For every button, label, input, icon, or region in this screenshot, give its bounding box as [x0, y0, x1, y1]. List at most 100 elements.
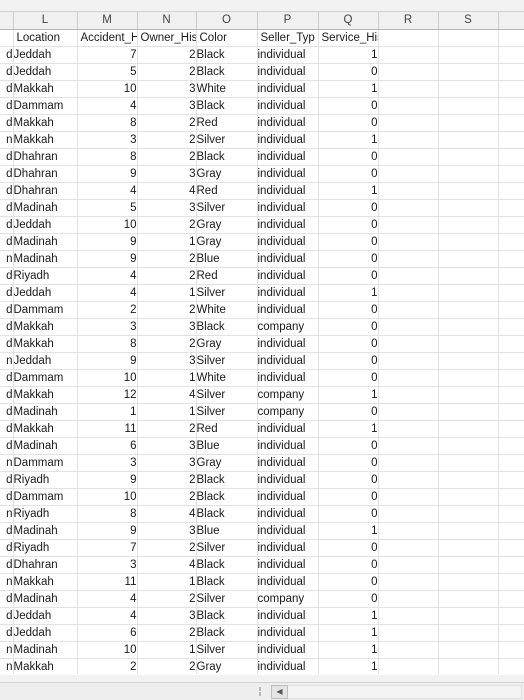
- cell-color[interactable]: Black: [196, 488, 258, 506]
- cell-accident-history[interactable]: 3: [77, 131, 138, 149]
- cell-seller-type[interactable]: individual: [257, 46, 319, 64]
- cell-color[interactable]: Silver: [196, 284, 258, 302]
- cell-t-empty[interactable]: [498, 539, 524, 557]
- cell-t-empty[interactable]: [498, 216, 524, 234]
- split-grip-handle[interactable]: [255, 686, 265, 698]
- cell-s-empty[interactable]: [438, 386, 499, 404]
- cell-seller-type[interactable]: individual: [257, 454, 319, 472]
- cell-color[interactable]: Silver: [196, 590, 258, 608]
- cell-s-empty[interactable]: [438, 335, 499, 353]
- cell-k-clip[interactable]: d: [0, 80, 14, 98]
- cell-s-empty[interactable]: [438, 488, 499, 506]
- cell-k-clip[interactable]: d: [0, 335, 14, 353]
- cell-seller-type[interactable]: individual: [257, 267, 319, 285]
- cell-s-empty[interactable]: [438, 131, 499, 149]
- cell-r-empty[interactable]: [378, 267, 439, 285]
- cell-accident-history[interactable]: 9: [77, 233, 138, 251]
- cell-accident-history[interactable]: 4: [77, 267, 138, 285]
- cell-color[interactable]: Black: [196, 63, 258, 81]
- cell-service-history[interactable]: 0: [318, 216, 379, 234]
- cell-owner-history[interactable]: 4: [137, 556, 197, 574]
- cell-r-empty[interactable]: [378, 284, 439, 302]
- cell-color[interactable]: Silver: [196, 199, 258, 217]
- cell-color[interactable]: White: [196, 369, 258, 387]
- cell-owner-history[interactable]: 1: [137, 233, 197, 251]
- cell-owner-history[interactable]: 1: [137, 573, 197, 591]
- cell-seller-type[interactable]: company: [257, 386, 319, 404]
- cell-r-empty[interactable]: [378, 352, 439, 370]
- cell-color[interactable]: Black: [196, 46, 258, 64]
- cell-service-history[interactable]: 1: [318, 80, 379, 98]
- cell-seller-type[interactable]: individual: [257, 301, 319, 319]
- scroll-left-arrow-icon[interactable]: ◀: [271, 684, 288, 699]
- cell-r-empty[interactable]: [378, 386, 439, 404]
- cell-k-clip[interactable]: d: [0, 182, 14, 200]
- cell-service-history[interactable]: 0: [318, 471, 379, 489]
- cell-s-empty[interactable]: [438, 267, 499, 285]
- cell-service-history[interactable]: 1: [318, 641, 379, 659]
- cell-k-clip[interactable]: d: [0, 522, 14, 540]
- cell-r-empty[interactable]: [378, 522, 439, 540]
- cell-location[interactable]: Dammam: [13, 97, 78, 115]
- cell-location[interactable]: Dammam: [13, 488, 78, 506]
- cell-t-empty[interactable]: [498, 607, 524, 625]
- cell-k-clip[interactable]: d: [0, 97, 14, 115]
- cell-location[interactable]: Madinah: [13, 522, 78, 540]
- cell-t-empty[interactable]: [498, 590, 524, 608]
- cell-r-empty[interactable]: [378, 573, 439, 591]
- cell-service-history[interactable]: 0: [318, 165, 379, 183]
- cell-color[interactable]: Gray: [196, 216, 258, 234]
- cell-k-clip[interactable]: d: [0, 369, 14, 387]
- cell-location[interactable]: Jeddah: [13, 63, 78, 81]
- cell-t-empty[interactable]: [498, 556, 524, 574]
- cell-color[interactable]: Gray: [196, 658, 258, 676]
- cell-owner-history[interactable]: 2: [137, 420, 197, 438]
- cell-owner-history[interactable]: 2: [137, 488, 197, 506]
- cell-t-empty[interactable]: [498, 369, 524, 387]
- cell-location[interactable]: Dammam: [13, 301, 78, 319]
- cell-t-empty[interactable]: [498, 80, 524, 98]
- cell-location[interactable]: Jeddah: [13, 607, 78, 625]
- cell-accident-history[interactable]: 9: [77, 352, 138, 370]
- cell-s-empty[interactable]: [438, 454, 499, 472]
- cell-location[interactable]: Makkah: [13, 420, 78, 438]
- cell-color[interactable]: Gray: [196, 335, 258, 353]
- cell-s-empty[interactable]: [438, 301, 499, 319]
- cell-color[interactable]: Black: [196, 505, 258, 523]
- cell-location[interactable]: Madinah: [13, 250, 78, 268]
- cell-s-empty[interactable]: [438, 199, 499, 217]
- cell-accident-history[interactable]: 11: [77, 573, 138, 591]
- cell-k-clip[interactable]: n: [0, 454, 14, 472]
- cell-service-history[interactable]: 0: [318, 267, 379, 285]
- cell-location[interactable]: Dhahran: [13, 182, 78, 200]
- cell-seller-type[interactable]: individual: [257, 556, 319, 574]
- cell-seller-type[interactable]: individual: [257, 165, 319, 183]
- cell-r-empty[interactable]: [378, 318, 439, 336]
- cell-service-history[interactable]: 1: [318, 182, 379, 200]
- cell-seller-type[interactable]: individual: [257, 216, 319, 234]
- cell-service-history[interactable]: 0: [318, 250, 379, 268]
- cell-color[interactable]: Black: [196, 556, 258, 574]
- cell-s-empty[interactable]: [438, 369, 499, 387]
- cell-s-empty[interactable]: [438, 403, 499, 421]
- cell-service-history[interactable]: 0: [318, 556, 379, 574]
- column-header-m[interactable]: M: [77, 12, 138, 30]
- cell-location[interactable]: Jeddah: [13, 216, 78, 234]
- cell-service-history[interactable]: 0: [318, 539, 379, 557]
- cell-owner-history[interactable]: 2: [137, 539, 197, 557]
- cell-location[interactable]: Madinah: [13, 233, 78, 251]
- cell-color[interactable]: Black: [196, 607, 258, 625]
- cell-owner-history[interactable]: 2: [137, 624, 197, 642]
- cell-accident-history[interactable]: 10: [77, 216, 138, 234]
- cell-location[interactable]: Jeddah: [13, 352, 78, 370]
- cell-accident-history[interactable]: 8: [77, 148, 138, 166]
- cell-location[interactable]: Riyadh: [13, 471, 78, 489]
- cell-color[interactable]: Black: [196, 624, 258, 642]
- cell-k-clip[interactable]: d: [0, 539, 14, 557]
- column-header-k-partial[interactable]: [0, 12, 14, 30]
- cell-owner-field[interactable]: Owner_His: [137, 29, 197, 47]
- cell-accident-history[interactable]: 4: [77, 607, 138, 625]
- cell-seller-type[interactable]: individual: [257, 199, 319, 217]
- cell-k-clip[interactable]: d: [0, 488, 14, 506]
- cell-accident-history[interactable]: 6: [77, 437, 138, 455]
